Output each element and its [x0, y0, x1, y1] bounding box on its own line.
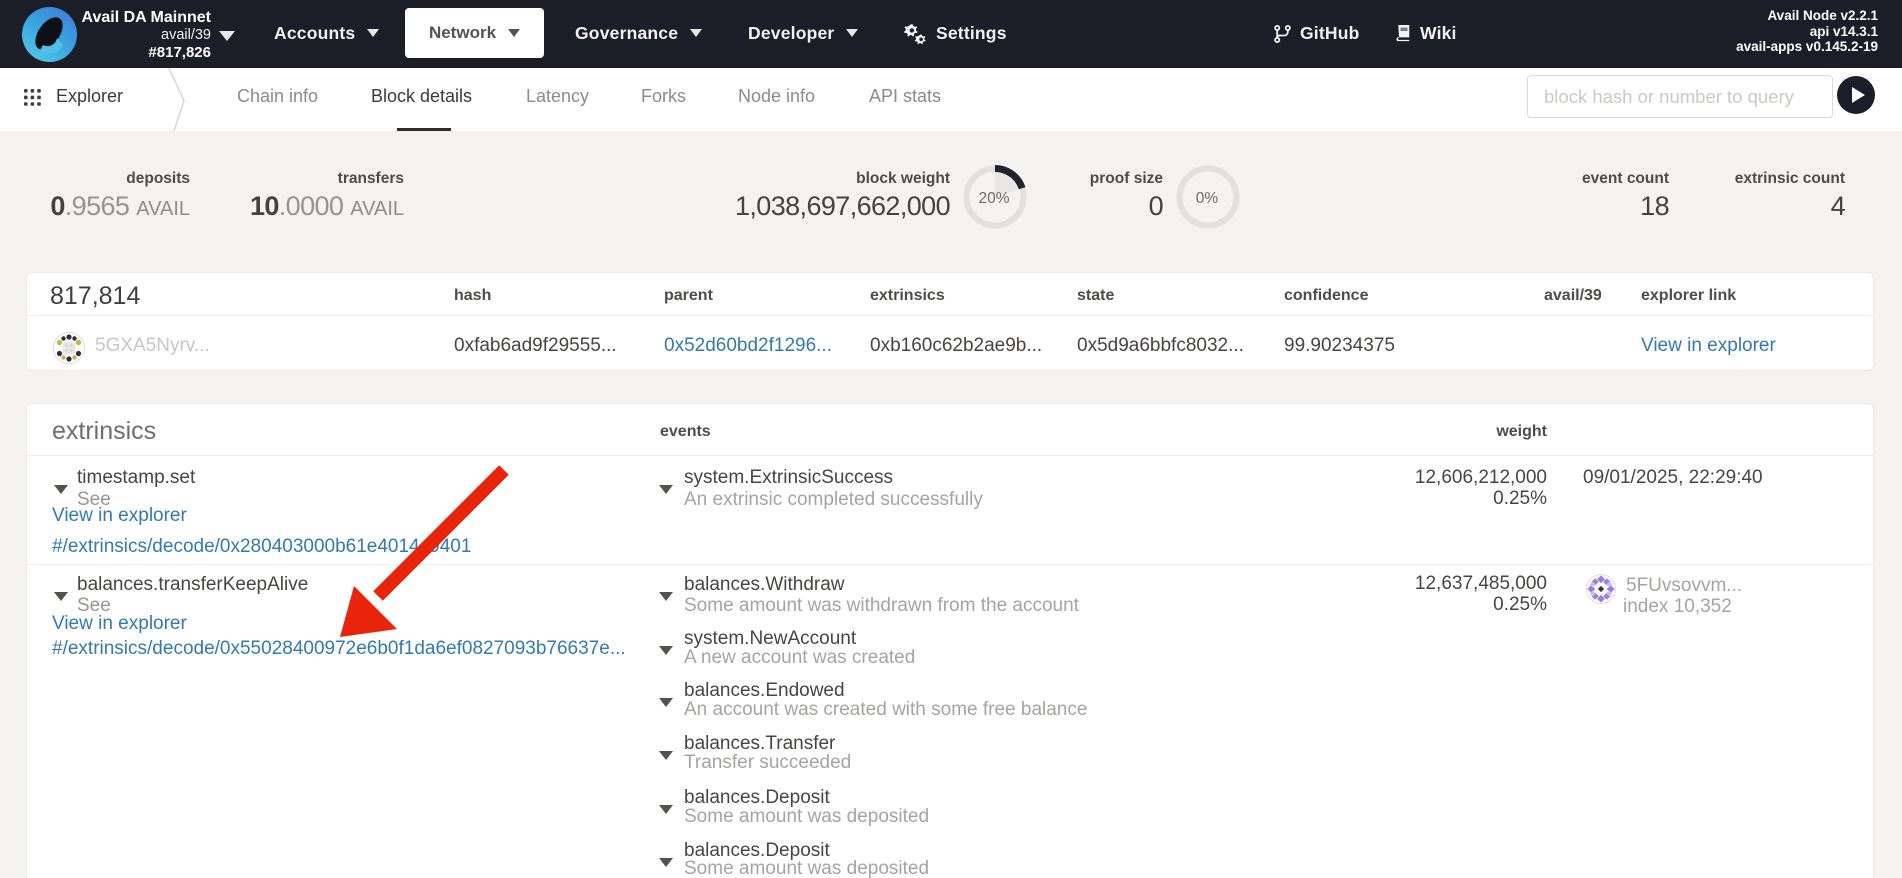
svg-text:20%: 20%: [978, 190, 1009, 207]
svg-text:0%: 0%: [1196, 190, 1219, 207]
